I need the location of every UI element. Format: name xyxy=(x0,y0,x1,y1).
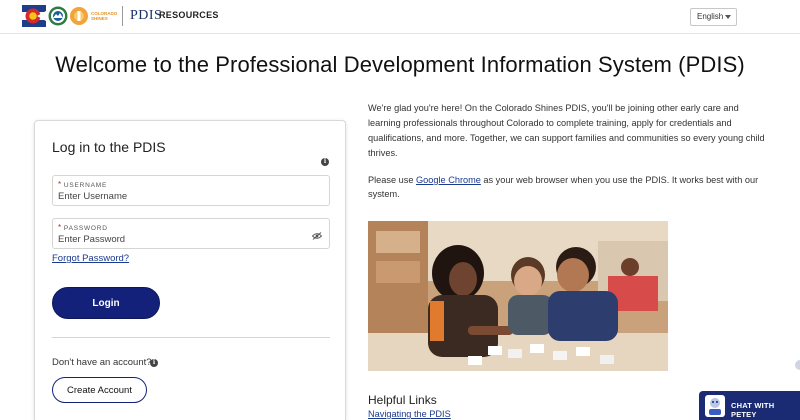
state-seal-logo-icon xyxy=(48,6,68,26)
login-button[interactable]: Login xyxy=(52,287,160,319)
colorado-flag-logo-icon xyxy=(22,5,46,27)
password-field[interactable]: * PASSWORD xyxy=(52,218,330,249)
page-title: Welcome to the Professional Development … xyxy=(55,52,745,77)
eye-slash-icon[interactable] xyxy=(312,232,322,240)
info-icon[interactable]: i xyxy=(321,158,329,166)
language-select[interactable]: English xyxy=(690,8,737,26)
required-asterisk: * xyxy=(58,223,62,232)
chat-label: CHAT WITH PETEY xyxy=(731,401,775,419)
brand-name: PDIS xyxy=(130,8,163,23)
info-icon[interactable]: i xyxy=(150,359,158,367)
browser-note: Please use Google Chrome as your web bro… xyxy=(368,175,759,199)
password-label: * PASSWORD xyxy=(58,223,108,232)
username-input[interactable] xyxy=(58,190,298,203)
helpful-links-title: Helpful Links xyxy=(368,393,437,407)
intro-paragraph: We're glad you're here! On the Colorado … xyxy=(368,103,765,158)
chevron-down-icon xyxy=(725,15,731,19)
colorado-shines-wordmark: COLORADO SHINES xyxy=(91,11,118,21)
top-navigation-bar: COLORADO SHINES PDIS RESOURCES English xyxy=(0,0,800,34)
login-card: Log in to the PDIS i *USERNAME *PASSWORD… xyxy=(34,120,346,420)
logo-group[interactable]: COLORADO SHINES PDIS xyxy=(22,5,162,27)
colorado-shines-logo-icon xyxy=(70,7,88,25)
language-select-value: English xyxy=(697,12,724,21)
no-account-text: Don't have an account? xyxy=(52,357,152,368)
login-card-title: Log in to the PDIS xyxy=(52,139,166,155)
username-field[interactable]: * USERNAME xyxy=(52,175,330,206)
forgot-password-link[interactable]: Forgot Password? xyxy=(52,253,129,264)
card-divider xyxy=(52,337,330,338)
google-chrome-link[interactable]: Google Chrome xyxy=(416,175,481,185)
create-account-button[interactable]: Create Account xyxy=(52,377,147,403)
password-input[interactable] xyxy=(58,233,298,246)
classroom-photo xyxy=(368,221,668,371)
navigating-pdis-link[interactable]: Navigating the PDIS xyxy=(368,409,451,419)
brand-separator xyxy=(122,6,123,26)
username-label: * USERNAME xyxy=(58,180,108,189)
nav-resources-link[interactable]: RESOURCES xyxy=(159,10,219,20)
chat-with-petey-button[interactable]: CHAT WITH PETEY xyxy=(699,391,800,420)
chat-peek-icon xyxy=(795,360,800,370)
required-asterisk: * xyxy=(58,180,62,189)
petey-avatar-icon xyxy=(705,395,725,417)
